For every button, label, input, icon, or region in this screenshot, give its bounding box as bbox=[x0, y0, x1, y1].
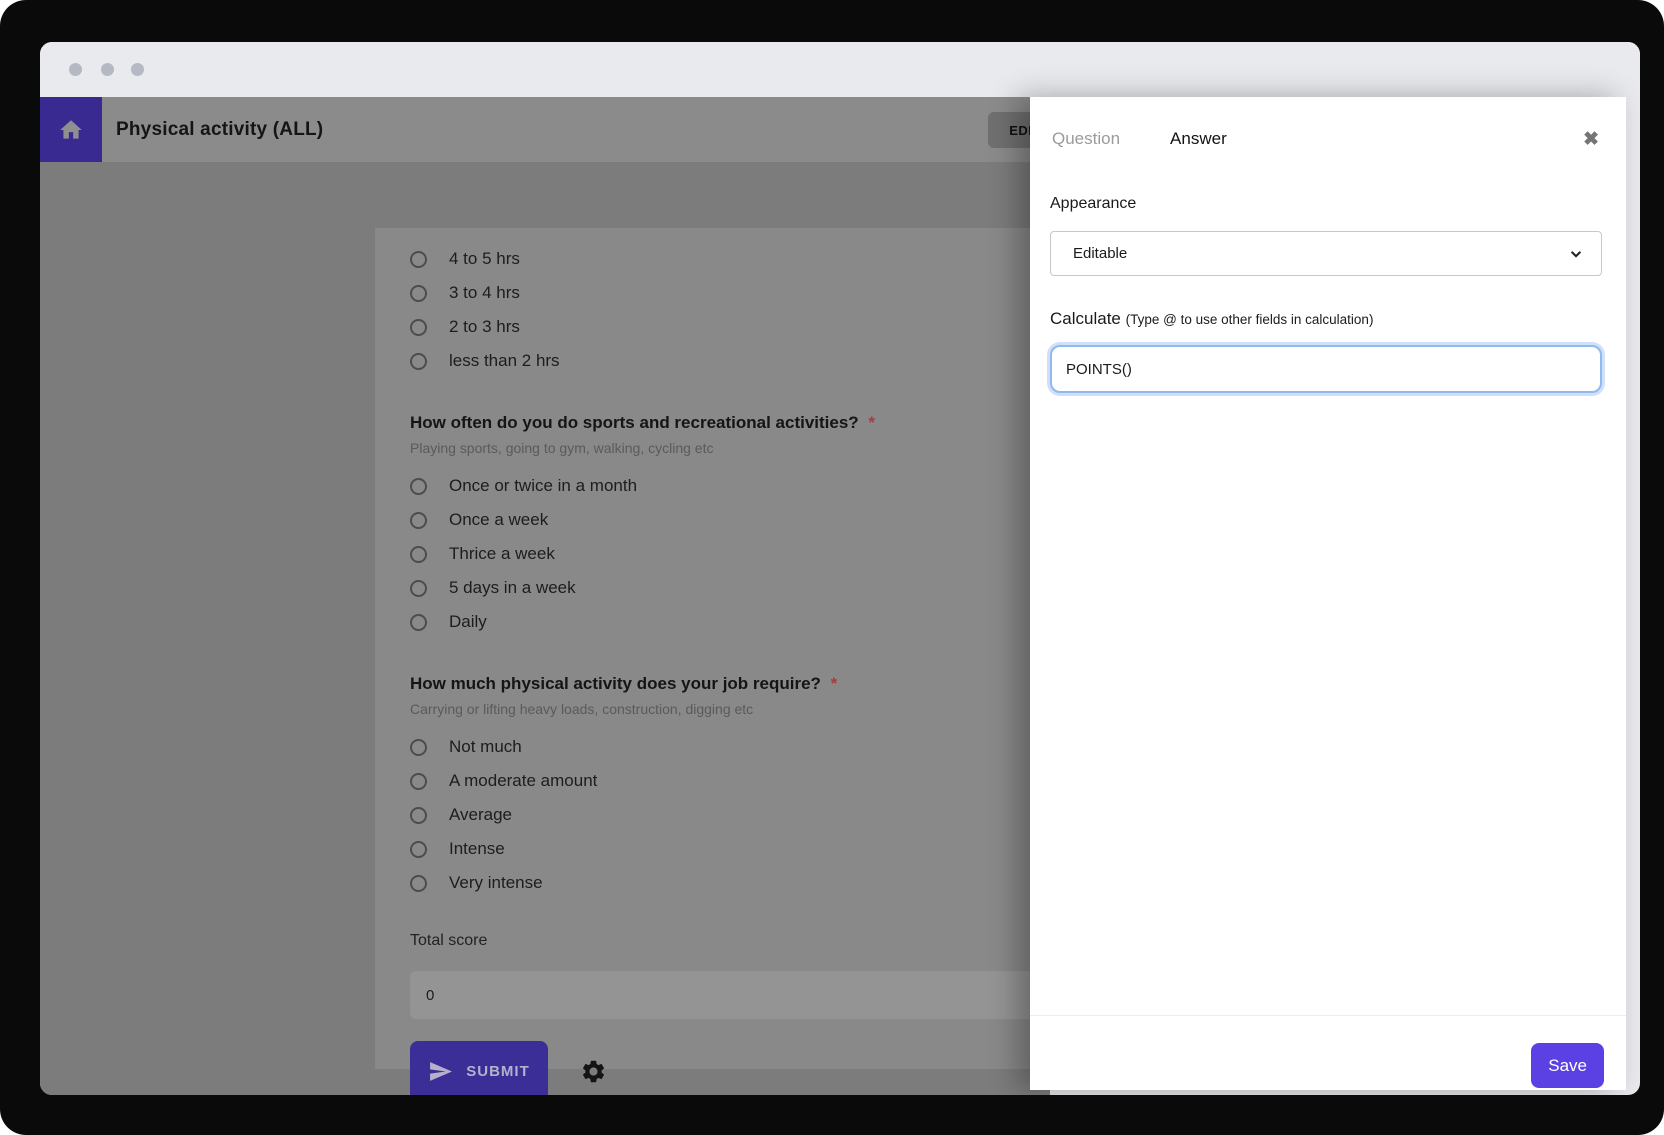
radio-icon[interactable] bbox=[410, 319, 427, 336]
settings-button[interactable] bbox=[580, 1058, 607, 1085]
radio-option-row[interactable]: 2 to 3 hrs bbox=[410, 310, 1110, 344]
radio-option-label: 4 to 5 hrs bbox=[449, 249, 520, 269]
radio-option-label: Once or twice in a month bbox=[449, 476, 637, 496]
close-icon[interactable]: ✖ bbox=[1581, 128, 1601, 151]
window-chrome bbox=[40, 42, 1640, 97]
chevron-down-icon bbox=[1569, 247, 1583, 261]
question-subtitle: Playing sports, going to gym, walking, c… bbox=[410, 439, 1110, 457]
window-control-dot[interactable] bbox=[69, 63, 82, 76]
page-title: Physical activity (ALL) bbox=[116, 119, 323, 141]
submit-row: SUBMIT bbox=[410, 1041, 1110, 1095]
panel-tabs: Question Answer ✖ bbox=[1030, 97, 1626, 181]
radio-icon[interactable] bbox=[410, 875, 427, 892]
radio-option-group: 4 to 5 hrs 3 to 4 hrs 2 to 3 hrs less than … bbox=[410, 242, 1110, 378]
radio-option-row[interactable]: less than 2 hrs bbox=[410, 344, 1110, 378]
radio-option-group: Once or twice in a month Once a week Thric… bbox=[410, 469, 1110, 639]
app-header: Physical activity (ALL) EDIT bbox=[40, 97, 1050, 162]
radio-option-row[interactable]: 4 to 5 hrs bbox=[410, 242, 1110, 276]
calculate-label: Calculate (Type @ to use other fields in… bbox=[1050, 309, 1602, 329]
window-control-dot[interactable] bbox=[131, 63, 144, 76]
radio-option-label: less than 2 hrs bbox=[449, 351, 560, 371]
radio-icon[interactable] bbox=[410, 546, 427, 563]
radio-option-row[interactable]: Once a week bbox=[410, 503, 1110, 537]
calculate-input[interactable] bbox=[1050, 345, 1602, 393]
question-title: How much physical activity does your job… bbox=[410, 673, 1110, 695]
panel-body: Appearance Editable Calculate (Type @ to… bbox=[1030, 195, 1626, 393]
radio-option-label: Very intense bbox=[449, 873, 543, 893]
calculate-hint: (Type @ to use other fields in calculati… bbox=[1126, 312, 1374, 327]
radio-option-row[interactable]: Thrice a week bbox=[410, 537, 1110, 571]
radio-option-row[interactable]: Intense bbox=[410, 832, 1110, 866]
total-score-input[interactable] bbox=[410, 971, 1105, 1019]
browser-window: Physical activity (ALL) EDIT 4 to 5 hrs 3… bbox=[40, 42, 1640, 1095]
screenshot-stage: Physical activity (ALL) EDIT 4 to 5 hrs 3… bbox=[0, 0, 1664, 1135]
radio-option-label: Average bbox=[449, 805, 512, 825]
question-title: How often do you do sports and recreatio… bbox=[410, 412, 1110, 434]
radio-option-label: Not much bbox=[449, 737, 522, 757]
radio-option-row[interactable]: A moderate amount bbox=[410, 764, 1110, 798]
total-score-label: Total score bbox=[410, 932, 1110, 950]
radio-icon[interactable] bbox=[410, 285, 427, 302]
gear-icon bbox=[580, 1073, 607, 1088]
radio-icon[interactable] bbox=[410, 841, 427, 858]
submit-button[interactable]: SUBMIT bbox=[410, 1041, 548, 1095]
appearance-label: Appearance bbox=[1050, 195, 1602, 213]
appearance-selected-value: Editable bbox=[1073, 245, 1569, 262]
radio-option-label: 3 to 4 hrs bbox=[449, 283, 520, 303]
radio-icon[interactable] bbox=[410, 773, 427, 790]
radio-option-row[interactable]: Daily bbox=[410, 605, 1110, 639]
radio-icon[interactable] bbox=[410, 251, 427, 268]
radio-option-row[interactable]: Very intense bbox=[410, 866, 1110, 900]
radio-icon[interactable] bbox=[410, 807, 427, 824]
tab-answer[interactable]: Answer bbox=[1170, 129, 1227, 149]
radio-option-label: 2 to 3 hrs bbox=[449, 317, 520, 337]
radio-option-row[interactable]: 3 to 4 hrs bbox=[410, 276, 1110, 310]
radio-option-label: 5 days in a week bbox=[449, 578, 576, 598]
window-control-dot[interactable] bbox=[101, 63, 114, 76]
home-icon bbox=[58, 117, 84, 143]
radio-icon[interactable] bbox=[410, 512, 427, 529]
required-asterisk: * bbox=[826, 674, 837, 693]
radio-icon[interactable] bbox=[410, 739, 427, 756]
question-subtitle: Carrying or lifting heavy loads, constru… bbox=[410, 700, 1110, 718]
radio-option-label: Intense bbox=[449, 839, 505, 859]
radio-option-label: Daily bbox=[449, 612, 487, 632]
save-button[interactable]: Save bbox=[1531, 1043, 1604, 1088]
radio-icon[interactable] bbox=[410, 580, 427, 597]
radio-option-label: Once a week bbox=[449, 510, 548, 530]
tab-question[interactable]: Question bbox=[1052, 129, 1120, 149]
radio-option-row[interactable]: Average bbox=[410, 798, 1110, 832]
send-icon bbox=[428, 1059, 453, 1084]
submit-button-label: SUBMIT bbox=[466, 1063, 530, 1080]
panel-footer: Save bbox=[1030, 1015, 1626, 1090]
radio-option-label: Thrice a week bbox=[449, 544, 555, 564]
appearance-select[interactable]: Editable bbox=[1050, 231, 1602, 276]
radio-option-label: A moderate amount bbox=[449, 771, 597, 791]
radio-icon[interactable] bbox=[410, 353, 427, 370]
radio-option-row[interactable]: Not much bbox=[410, 730, 1110, 764]
radio-option-row[interactable]: Once or twice in a month bbox=[410, 469, 1110, 503]
radio-option-group: Not much A moderate amount Average Intense V… bbox=[410, 730, 1110, 900]
answer-settings-panel: Question Answer ✖ Appearance Editable Ca… bbox=[1030, 97, 1626, 1090]
radio-option-row[interactable]: 5 days in a week bbox=[410, 571, 1110, 605]
home-button[interactable] bbox=[40, 97, 102, 162]
required-asterisk: * bbox=[864, 413, 875, 432]
radio-icon[interactable] bbox=[410, 478, 427, 495]
dimmed-form-page: Physical activity (ALL) EDIT 4 to 5 hrs 3… bbox=[40, 97, 1050, 1095]
radio-icon[interactable] bbox=[410, 614, 427, 631]
